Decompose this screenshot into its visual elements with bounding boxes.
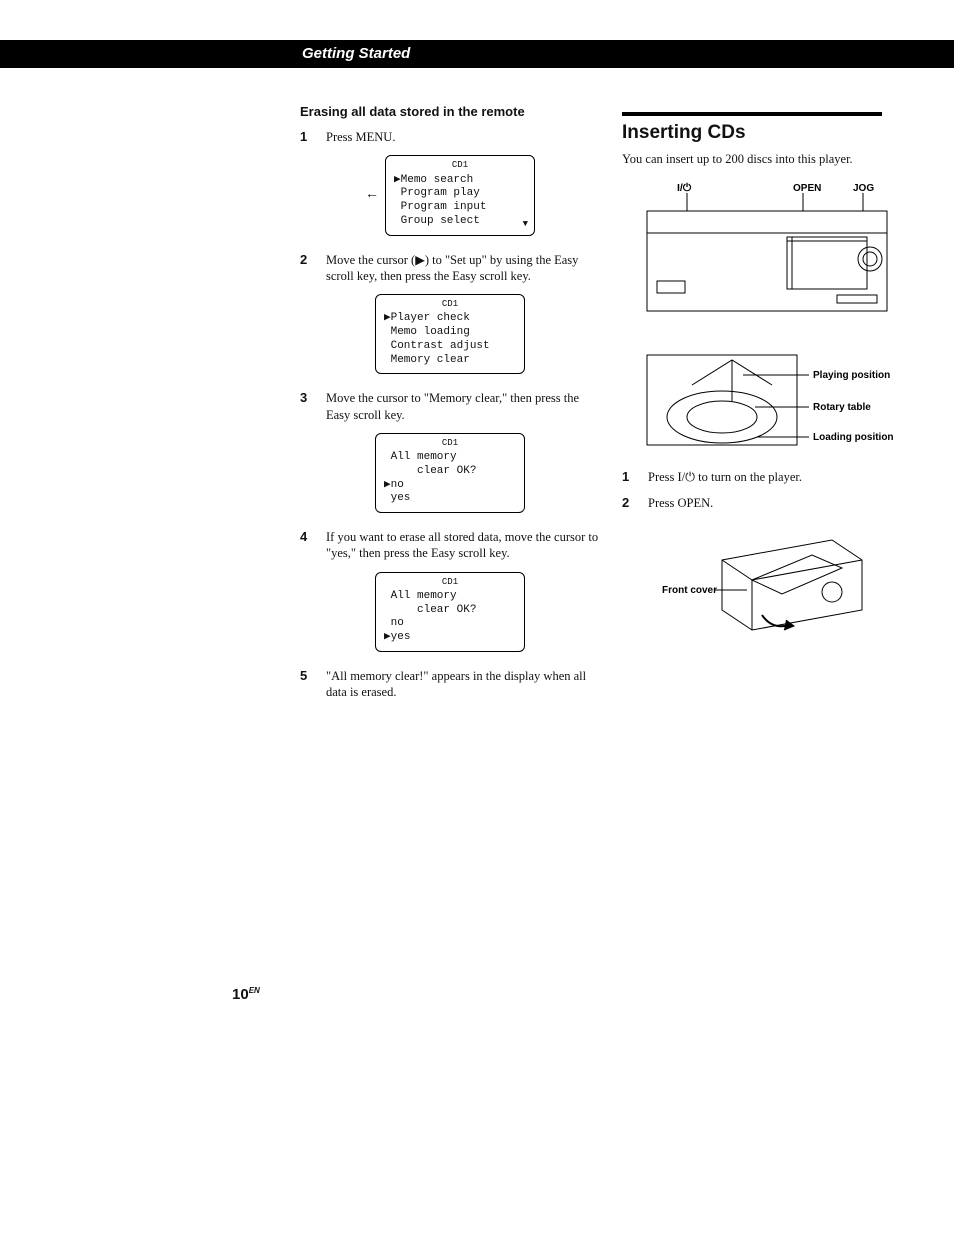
step-text: Move the cursor to "Memory clear," then … [326,390,600,423]
step-2: 2 Move the cursor (▶) to "Set up" by usi… [300,252,600,285]
lcd-row: clear OK? [384,465,516,479]
right-section-heading: Inserting CDs [622,122,912,144]
lcd-screen: CD1 ▶Memo search Program play Program in… [385,155,535,235]
lcd-row: ▶Memo search [394,174,526,188]
lcd-screen: CD1 All memory clear OK? ▶no yes [375,433,525,513]
step-3: 3 Move the cursor to "Memory clear," the… [300,390,600,423]
lcd-figure-1: ← CD1 ▶Memo search Program play Program … [300,155,600,235]
device-top-diagram: I/⏻ OPEN JOG [637,181,897,331]
step-text: Press OPEN. [648,495,912,511]
lcd-row: Program input [394,201,526,215]
right-column: Inserting CDs You can insert up to 200 d… [622,112,912,664]
step-number: 2 [300,252,314,285]
lcd-row: no [384,617,516,631]
lcd-figure-3: CD1 All memory clear OK? ▶no yes [300,433,600,513]
lcd-row: Contrast adjust [384,340,516,354]
lcd-row: Memo loading [384,326,516,340]
rotary-table-label: Rotary table [813,402,871,413]
lcd-header: CD1 [394,160,526,171]
lcd-row: Group select [394,215,526,229]
lcd-figure-4: CD1 All memory clear OK? no ▶yes [300,572,600,652]
front-cover-label: Front cover [662,585,717,596]
lcd-row: All memory [384,451,516,465]
lcd-screen: CD1 ▶Player check Memo loading Contrast … [375,294,525,374]
lcd-header: CD1 [384,438,516,449]
step-text: Press I/⏻ to turn on the player. [648,469,912,485]
lcd-header: CD1 [384,577,516,588]
step-number: 1 [300,129,314,145]
power-label: I/⏻ [677,181,692,194]
section-header-bar: Getting Started [0,40,954,68]
lcd-row: ▶yes [384,631,516,645]
loading-position-label: Loading position [813,432,894,443]
lcd-row: ▶no [384,479,516,493]
section-header-title: Getting Started [302,40,410,68]
step-number: 3 [300,390,314,423]
down-triangle-icon: ▼ [523,219,528,230]
jog-label: JOG [853,183,874,194]
right-step-1: 1 Press I/⏻ to turn on the player. [622,469,912,485]
left-column: Erasing all data stored in the remote 1 … [300,104,600,710]
page-number-value: 10 [232,986,249,1003]
lcd-row: ▶Player check [384,312,516,326]
right-intro-text: You can insert up to 200 discs into this… [622,152,912,167]
lcd-row: clear OK? [384,604,516,618]
step-text: Press MENU. [326,129,600,145]
step-number: 2 [622,495,636,511]
lcd-row: yes [384,492,516,506]
lcd-screen: CD1 All memory clear OK? no ▶yes [375,572,525,652]
step-number: 5 [300,668,314,701]
lcd-row: All memory [384,590,516,604]
step-number: 4 [300,529,314,562]
playing-position-label: Playing position [813,370,890,381]
step-text: "All memory clear!" appears in the displ… [326,668,600,701]
step-1: 1 Press MENU. [300,129,600,145]
lcd-header: CD1 [384,299,516,310]
rotary-table-diagram: Playing position Rotary table Loading po… [637,345,897,455]
front-cover-diagram: Front cover [662,530,872,650]
step-4: 4 If you want to erase all stored data, … [300,529,600,562]
page-number-suffix: EN [249,986,260,995]
step-text: Move the cursor (▶) to "Set up" by using… [326,252,600,285]
step-text: If you want to erase all stored data, mo… [326,529,600,562]
page-number: 10EN [232,986,260,1003]
step-5: 5 "All memory clear!" appears in the dis… [300,668,600,701]
right-step-2: 2 Press OPEN. [622,495,912,511]
lcd-row: Memory clear [384,354,516,368]
lcd-row: Program play [394,187,526,201]
left-subheading: Erasing all data stored in the remote [300,104,600,119]
open-label: OPEN [793,183,821,194]
pointer-arrow-icon: ← [365,187,379,203]
lcd-figure-2: CD1 ▶Player check Memo loading Contrast … [300,294,600,374]
section-rule [622,112,882,116]
step-number: 1 [622,469,636,485]
